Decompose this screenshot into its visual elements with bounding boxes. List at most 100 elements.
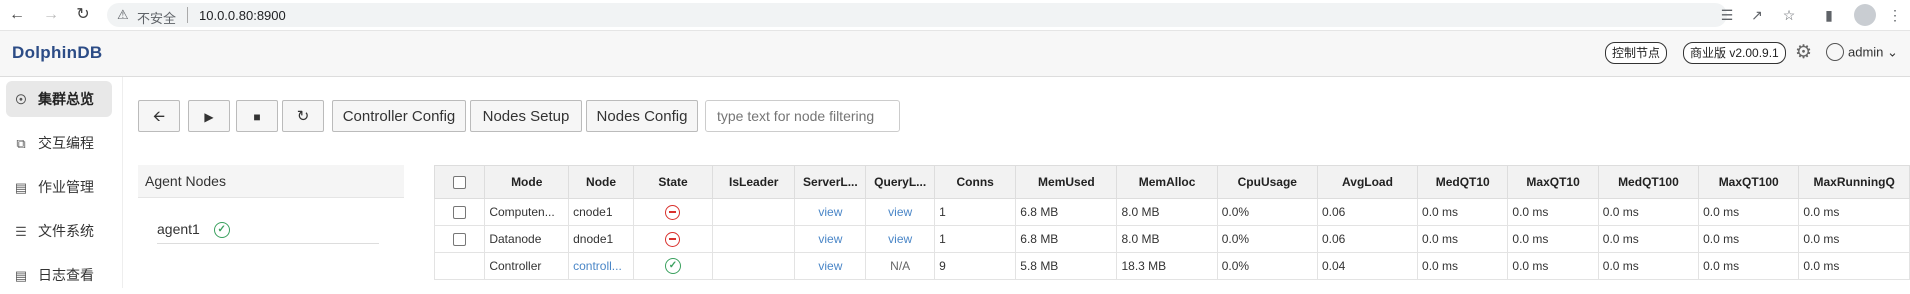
table-row[interactable]: Datanode dnode1 view view 1 6.8 MB 8.0 M…	[434, 225, 1910, 253]
stopped-icon	[665, 231, 681, 247]
table-row[interactable]: Computen... cnode1 view view 1 6.8 MB 8.…	[434, 198, 1910, 226]
code-icon: ⧉	[16, 136, 26, 151]
dolphindb-logo[interactable]: DolphinDB	[12, 43, 103, 63]
maxrunning-cell: 0.0 ms	[1798, 225, 1910, 253]
query-log-cell: N/A	[865, 252, 936, 280]
isleader-cell	[712, 225, 796, 253]
query-log-link[interactable]: view	[865, 198, 936, 226]
table-header-row: Mode Node State IsLeader ServerL... Quer…	[434, 165, 1910, 199]
row-select[interactable]	[434, 198, 486, 226]
server-log-link[interactable]: view	[794, 198, 867, 226]
stopped-icon	[665, 204, 681, 220]
column-header[interactable]: MemUsed	[1015, 165, 1118, 199]
memalloc-cell: 8.0 MB	[1116, 225, 1218, 253]
table-row[interactable]: Controller controll... ✓ view N/A 9 5.8 …	[434, 252, 1910, 280]
start-button[interactable]: ▶	[188, 100, 230, 132]
row-checkbox[interactable]	[453, 206, 467, 220]
sidebar: ☉ 集群总览 ⧉ 交互编程 ▤ 作业管理 ☰ 文件系统 ▤ 日志查看	[0, 77, 123, 288]
cpu-cell: 0.0%	[1216, 198, 1318, 226]
gear-icon[interactable]: ⚙	[1795, 43, 1815, 63]
sidebar-item-job-management[interactable]: ▤ 作业管理	[6, 169, 112, 205]
column-header[interactable]: MedQT10	[1417, 165, 1509, 199]
log-icon: ▤	[14, 268, 28, 283]
select-all-header[interactable]	[434, 165, 486, 199]
column-header[interactable]: ServerL...	[794, 165, 867, 199]
medqt10-cell: 0.0 ms	[1417, 252, 1509, 280]
column-header[interactable]: Conns	[934, 165, 1017, 199]
mode-cell: Computen...	[484, 198, 570, 226]
column-header[interactable]: AvgLoad	[1316, 165, 1419, 199]
cpu-cell: 0.0%	[1216, 225, 1318, 253]
column-header[interactable]: State	[632, 165, 714, 199]
agent-item[interactable]: agent1 ✓	[157, 215, 379, 244]
translate-icon[interactable]: ☰	[1718, 6, 1736, 24]
more-menu-icon[interactable]: ⋮	[1886, 6, 1904, 24]
select-all-checkbox[interactable]	[453, 176, 467, 190]
arrow-left-icon: 🡨	[152, 108, 166, 125]
maxqt100-cell: 0.0 ms	[1698, 252, 1800, 280]
server-log-link[interactable]: view	[794, 252, 867, 280]
forward-icon[interactable]: →	[40, 5, 62, 25]
column-header[interactable]: Node	[568, 165, 634, 199]
sidebar-item-label: 作业管理	[38, 179, 94, 195]
back-icon[interactable]: ←	[6, 5, 28, 25]
controller-config-button[interactable]: Controller Config	[332, 100, 466, 132]
column-header[interactable]: CpuUsage	[1216, 165, 1318, 199]
stop-icon: ■	[253, 110, 261, 124]
avgload-cell: 0.06	[1316, 225, 1419, 253]
query-log-link[interactable]: view	[865, 225, 936, 253]
app-header: DolphinDB 控制节点 商业版 v2.00.9.1 ⚙ admin ⌄	[0, 31, 1910, 77]
maxqt10-cell: 0.0 ms	[1507, 198, 1599, 226]
stop-button[interactable]: ■	[236, 100, 278, 132]
maxrunning-cell: 0.0 ms	[1798, 252, 1910, 280]
memalloc-cell: 18.3 MB	[1116, 252, 1218, 280]
chevron-down-icon: ⌄	[1887, 44, 1898, 60]
sidebar-item-cluster-overview[interactable]: ☉ 集群总览	[6, 81, 112, 117]
column-header[interactable]: MedQT100	[1597, 165, 1700, 199]
row-checkbox[interactable]	[453, 233, 467, 247]
nodes-config-button[interactable]: Nodes Config	[586, 100, 698, 132]
reload-icon[interactable]: ↻	[72, 5, 94, 25]
state-cell: ✓	[632, 252, 714, 280]
row-select[interactable]	[434, 225, 486, 253]
maxqt10-cell: 0.0 ms	[1507, 225, 1599, 253]
back-button[interactable]: 🡨	[138, 100, 180, 132]
refresh-button[interactable]: ↻	[282, 100, 324, 132]
url-text: 10.0.0.80:8900	[199, 8, 286, 23]
node-link[interactable]: controll...	[568, 252, 634, 280]
mode-cell: Controller	[484, 252, 570, 280]
sidebar-item-interactive-programming[interactable]: ⧉ 交互编程	[6, 125, 112, 161]
play-icon: ▶	[204, 110, 214, 124]
state-cell	[632, 198, 714, 226]
node-filter-input[interactable]	[705, 100, 900, 132]
mode-cell: Datanode	[484, 225, 570, 253]
medqt100-cell: 0.0 ms	[1597, 225, 1700, 253]
column-header[interactable]: MaxQT100	[1698, 165, 1800, 199]
avgload-cell: 0.04	[1316, 252, 1419, 280]
column-header[interactable]: MaxRunningQ	[1798, 165, 1910, 199]
file-system-icon: ☰	[15, 224, 27, 239]
column-header[interactable]: MemAlloc	[1116, 165, 1218, 199]
profile-avatar[interactable]	[1854, 4, 1876, 26]
user-menu[interactable]: admin ⌄	[1826, 43, 1898, 62]
side-panel-icon[interactable]: ▮	[1820, 6, 1838, 24]
conns-cell: 1	[934, 198, 1017, 226]
sidebar-item-file-system[interactable]: ☰ 文件系统	[6, 213, 112, 249]
node-cell: cnode1	[568, 198, 634, 226]
check-circle-icon: ✓	[213, 222, 230, 239]
maxqt10-cell: 0.0 ms	[1507, 252, 1599, 280]
bookmark-star-icon[interactable]: ☆	[1780, 6, 1798, 24]
isleader-cell	[712, 252, 796, 280]
nodes-setup-button[interactable]: Nodes Setup	[470, 100, 582, 132]
address-bar[interactable]: ⚠ 不安全 10.0.0.80:8900	[107, 3, 1727, 27]
column-header[interactable]: IsLeader	[712, 165, 796, 199]
column-header[interactable]: QueryL...	[865, 165, 936, 199]
share-icon[interactable]: ↗	[1748, 6, 1766, 24]
column-header[interactable]: Mode	[484, 165, 570, 199]
nodes-table: Mode Node State IsLeader ServerL... Quer…	[434, 165, 1910, 285]
server-log-link[interactable]: view	[794, 225, 867, 253]
row-select	[434, 252, 486, 280]
avgload-cell: 0.06	[1316, 198, 1419, 226]
column-header[interactable]: MaxQT10	[1507, 165, 1599, 199]
memused-cell: 6.8 MB	[1015, 225, 1118, 253]
